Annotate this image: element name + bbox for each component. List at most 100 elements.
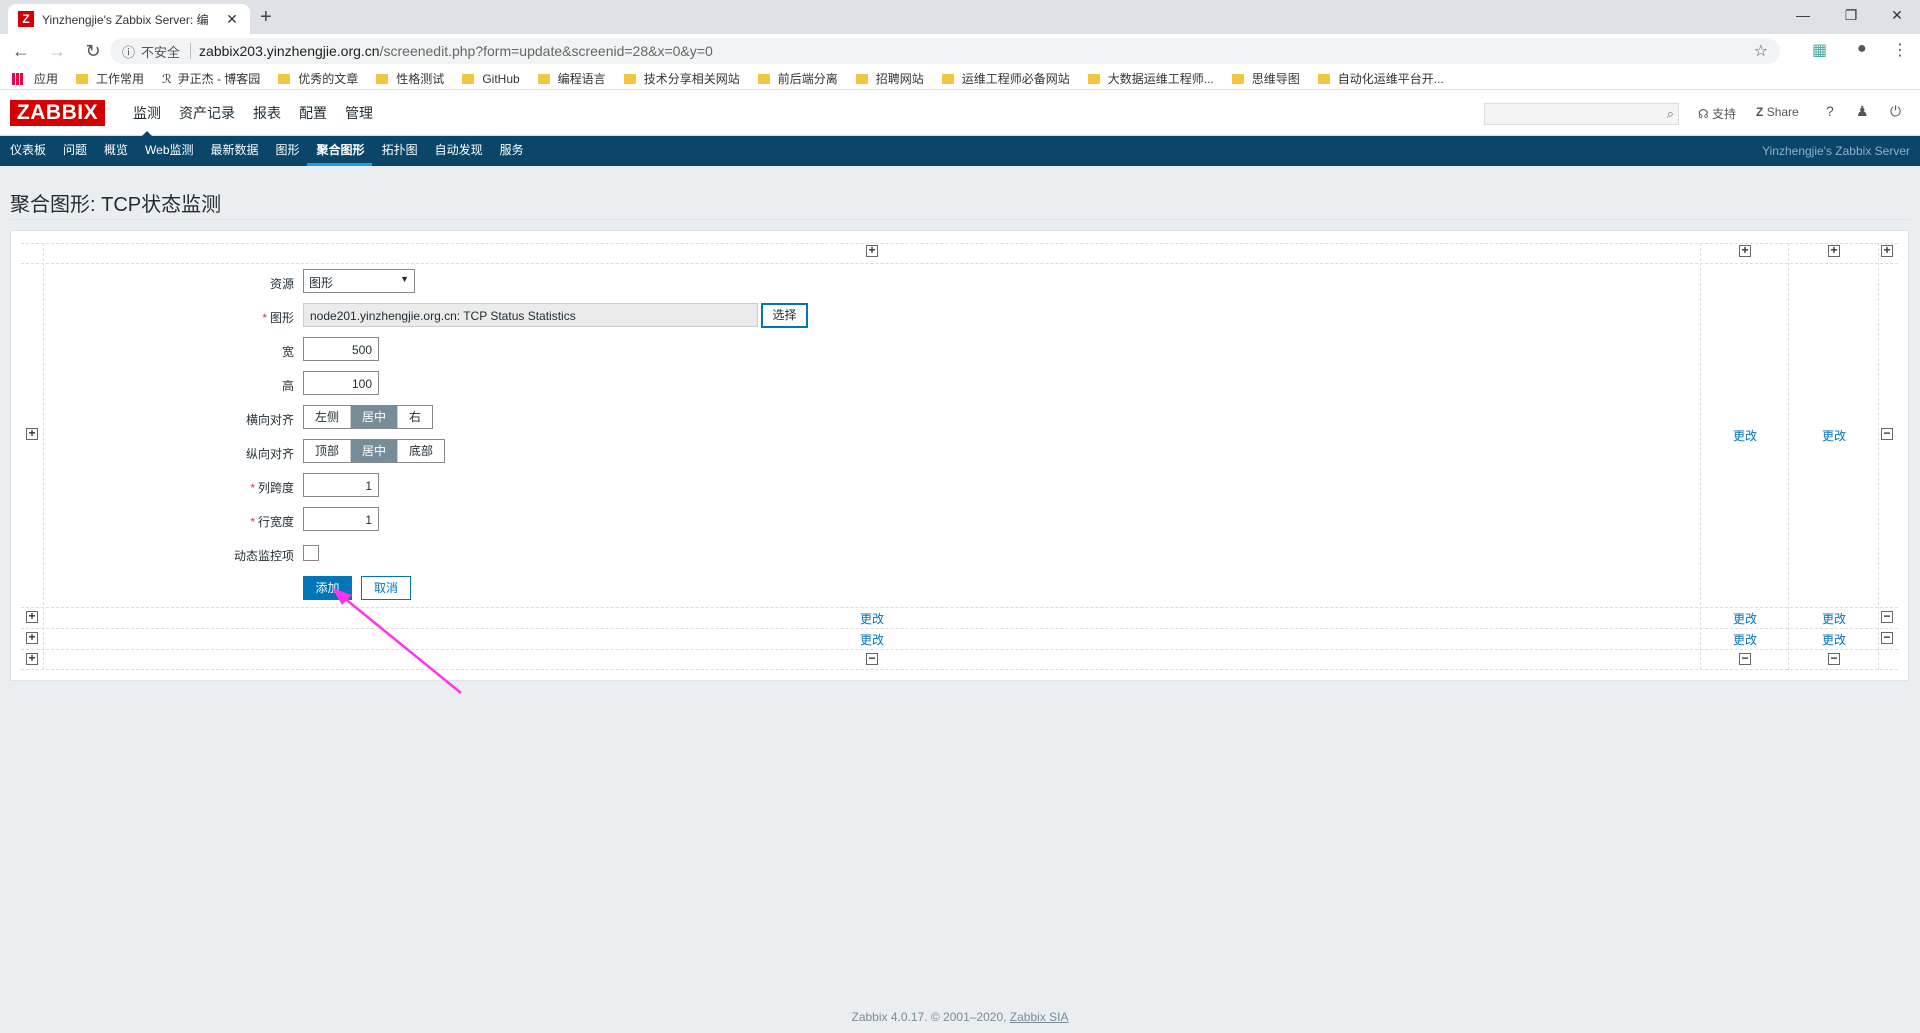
extension-icon[interactable]: ▦ xyxy=(1812,40,1827,60)
graph-field[interactable]: node201.yinzhengjie.org.cn: TCP Status S… xyxy=(303,303,758,327)
remove-column-minus-icon[interactable]: − xyxy=(1828,652,1840,665)
remove-row-minus-icon[interactable]: − xyxy=(1881,631,1893,644)
change-cell-link[interactable]: 更改 xyxy=(1733,631,1757,648)
info-icon[interactable]: ⓘ xyxy=(122,42,135,61)
menu-monitoring[interactable]: 监测 xyxy=(124,90,170,137)
zabbix-header: ZABBIX 监测 资产记录 报表 配置 管理 ⌕ ☊ 支持 Z Share ?… xyxy=(0,90,1920,137)
add-column-plus-icon[interactable]: + xyxy=(1881,244,1893,257)
valign-top-option[interactable]: 顶部 xyxy=(304,440,352,462)
bookmark-folder[interactable]: 大数据运维工程师... xyxy=(1087,70,1214,87)
zabbix-logo[interactable]: ZABBIX xyxy=(10,100,105,126)
remove-row-minus-icon[interactable]: − xyxy=(1881,427,1893,440)
add-row-plus-icon[interactable]: + xyxy=(26,652,38,665)
menu-reports[interactable]: 报表 xyxy=(244,90,290,136)
remove-column-minus-icon[interactable]: − xyxy=(866,652,878,665)
height-input[interactable]: 100 xyxy=(303,371,379,395)
change-cell-link[interactable]: 更改 xyxy=(1822,427,1846,444)
share-link[interactable]: Z Share xyxy=(1756,105,1799,119)
bookmark-link[interactable]: ℛ 尹正杰 - 博客园 xyxy=(162,70,260,87)
width-label: 宽 xyxy=(281,345,294,359)
add-row-plus-icon[interactable]: + xyxy=(26,427,38,440)
bookmark-folder[interactable]: 技术分享相关网站 xyxy=(623,70,740,87)
add-column-plus-icon[interactable]: + xyxy=(866,244,878,257)
add-column-plus-icon[interactable]: + xyxy=(1828,244,1840,257)
submenu-overview[interactable]: 概览 xyxy=(94,136,135,166)
bookmark-folder[interactable]: 自动化运维平台开... xyxy=(1317,70,1444,87)
width-input[interactable]: 500 xyxy=(303,337,379,361)
bookmark-folder[interactable]: GitHub xyxy=(462,72,520,86)
add-column-plus-icon[interactable]: + xyxy=(1739,244,1751,257)
user-profile-icon[interactable]: ♟ xyxy=(1856,103,1869,120)
bookmark-folder[interactable]: 前后端分离 xyxy=(757,70,838,87)
select-graph-button[interactable]: 选择 xyxy=(761,303,808,328)
logout-icon[interactable]: ⏻ xyxy=(1890,103,1901,120)
restore-icon[interactable]: ❐ xyxy=(1828,0,1874,30)
submenu-dashboard[interactable]: 仪表板 xyxy=(0,136,53,166)
forward-icon[interactable]: → xyxy=(42,41,72,62)
remove-column-minus-icon[interactable]: − xyxy=(1739,652,1751,665)
close-tab-icon[interactable]: ✕ xyxy=(224,11,240,28)
url-text[interactable]: zabbix203.yinzhengjie.org.cn/screenedit.… xyxy=(199,43,713,59)
remove-row-minus-icon[interactable]: − xyxy=(1881,610,1893,623)
url-path: /screenedit.php?form=update&screenid=28&… xyxy=(379,43,713,59)
search-icon[interactable]: ⌕ xyxy=(1667,106,1674,122)
reload-icon[interactable]: ↻ xyxy=(78,41,108,62)
rowspan-input[interactable]: 1 xyxy=(303,507,379,531)
profile-icon[interactable]: ● xyxy=(1857,40,1867,58)
bookmark-folder[interactable]: 工作常用 xyxy=(76,70,144,87)
folder-icon xyxy=(76,73,89,84)
submenu-maps[interactable]: 拓扑图 xyxy=(372,136,425,166)
address-bar[interactable]: ⓘ 不安全 zabbix203.yinzhengjie.org.cn/scree… xyxy=(110,38,1780,64)
minimize-icon[interactable]: — xyxy=(1780,0,1826,30)
colspan-input[interactable]: 1 xyxy=(303,473,379,497)
bookmark-apps[interactable]: 应用 xyxy=(12,70,58,87)
back-icon[interactable]: ← xyxy=(6,41,36,62)
menu-configuration[interactable]: 配置 xyxy=(290,90,336,136)
halign-center-option[interactable]: 居中 xyxy=(351,406,399,428)
change-cell-link[interactable]: 更改 xyxy=(1733,610,1757,627)
menu-administration[interactable]: 管理 xyxy=(336,90,382,136)
valign-middle-option[interactable]: 居中 xyxy=(351,440,399,462)
graph-label: * 图形 xyxy=(262,311,294,325)
bookmark-folder[interactable]: 优秀的文章 xyxy=(278,70,358,87)
add-row-plus-icon[interactable]: + xyxy=(26,631,38,644)
dropdown-arrow-icon: ▼ xyxy=(400,274,409,284)
halign-right-option[interactable]: 右 xyxy=(398,406,433,428)
bookmark-folder[interactable]: 性格测试 xyxy=(376,70,444,87)
valign-bottom-option[interactable]: 底部 xyxy=(398,440,445,462)
change-cell-link[interactable]: 更改 xyxy=(1733,427,1757,444)
bookmark-folder[interactable]: 编程语言 xyxy=(537,70,606,87)
window-close-icon[interactable]: ✕ xyxy=(1874,0,1920,30)
bookmark-star-icon[interactable]: ☆ xyxy=(1754,41,1768,61)
change-cell-link[interactable]: 更改 xyxy=(1822,631,1846,648)
dynamic-item-checkbox[interactable] xyxy=(303,545,319,561)
submenu-services[interactable]: 服务 xyxy=(490,136,531,166)
submenu-discovery[interactable]: 自动发现 xyxy=(425,136,490,166)
search-input[interactable]: ⌕ xyxy=(1484,103,1679,125)
resource-select[interactable]: 图形 ▼ xyxy=(303,269,415,293)
submenu-graphs[interactable]: 图形 xyxy=(266,136,307,166)
blog-icon: ℛ xyxy=(162,71,172,86)
grid-line xyxy=(21,669,1898,670)
submenu-latest-data[interactable]: 最新数据 xyxy=(201,136,266,166)
bookmark-folder[interactable]: 招聘网站 xyxy=(855,70,924,87)
submenu-web[interactable]: Web监测 xyxy=(135,136,200,166)
menu-kebab-icon[interactable]: ⋮ xyxy=(1892,40,1908,60)
new-tab-icon[interactable]: + xyxy=(260,6,272,29)
bookmark-folder[interactable]: 运维工程师必备网站 xyxy=(941,70,1070,87)
browser-tab[interactable]: Z Yinzhengjie's Zabbix Server: 编 ✕ xyxy=(8,4,250,34)
halign-left-option[interactable]: 左侧 xyxy=(304,406,352,428)
folder-icon xyxy=(1231,73,1244,84)
submenu-screens[interactable]: 聚合图形 xyxy=(306,136,372,166)
support-link[interactable]: ☊ 支持 xyxy=(1698,105,1736,122)
screen-edit-panel: + + + + + + + + − − − − − − 更改 更改 更改 更改 … xyxy=(10,230,1909,681)
menu-inventory[interactable]: 资产记录 xyxy=(170,90,244,136)
zabbix-sia-link[interactable]: Zabbix SIA xyxy=(1010,1010,1069,1024)
help-icon[interactable]: ? xyxy=(1826,103,1834,119)
change-cell-link[interactable]: 更改 xyxy=(1822,610,1846,627)
submenu-problems[interactable]: 问题 xyxy=(53,136,94,166)
bookmark-folder[interactable]: 思维导图 xyxy=(1231,70,1300,87)
change-cell-link[interactable]: 更改 xyxy=(860,631,884,648)
add-row-plus-icon[interactable]: + xyxy=(26,610,38,623)
change-cell-link[interactable]: 更改 xyxy=(860,610,884,627)
